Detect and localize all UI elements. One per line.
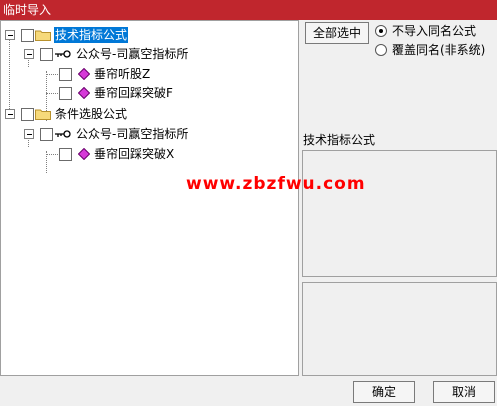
- tree-node-group[interactable]: 公众号-司赢空指标所: [1, 45, 300, 63]
- window-title: 临时导入: [3, 3, 52, 17]
- formula-diamond-icon: [78, 148, 90, 160]
- node-checkbox[interactable]: [40, 128, 53, 141]
- watermark-text: www.zbzfwu.com: [186, 174, 366, 194]
- tree-node-label: 垂帘听股Z: [94, 67, 151, 81]
- tree-node-formula[interactable]: 垂帘回踩突破X: [1, 145, 300, 163]
- tree-node-label: 公众号-司赢空指标所: [76, 127, 189, 141]
- description-panel: [302, 150, 497, 277]
- node-checkbox[interactable]: [59, 87, 72, 100]
- collapse-toggle[interactable]: [5, 109, 15, 119]
- node-checkbox[interactable]: [59, 148, 72, 161]
- select-all-button[interactable]: 全部选中: [305, 22, 369, 44]
- title-bar[interactable]: 临时导入: [0, 0, 497, 20]
- tree-node-label: 垂帘回踩突破X: [94, 147, 175, 161]
- node-checkbox[interactable]: [21, 108, 34, 121]
- folder-icon: [35, 109, 51, 120]
- tree-node-stock-screening[interactable]: 条件选股公式: [1, 105, 300, 123]
- tree-node-label: 垂帘回踩突破F: [94, 86, 173, 100]
- cancel-button[interactable]: 取消: [433, 381, 495, 403]
- tree-node-formula[interactable]: 垂帘回踩突破F: [1, 84, 300, 102]
- collapse-toggle[interactable]: [24, 49, 34, 59]
- node-checkbox[interactable]: [21, 29, 34, 42]
- import-dialog: 技术指标公式 公众号-司赢空指标所 垂帘听股Z 垂帘回踩突破F 条件选股公式 公…: [0, 20, 497, 406]
- formula-tree[interactable]: 技术指标公式 公众号-司赢空指标所 垂帘听股Z 垂帘回踩突破F 条件选股公式 公…: [0, 20, 299, 376]
- node-checkbox[interactable]: [40, 48, 53, 61]
- detail-panel: [302, 282, 497, 376]
- node-checkbox[interactable]: [59, 68, 72, 81]
- tree-node-formula[interactable]: 垂帘听股Z: [1, 65, 300, 83]
- tree-node-technical-indicators[interactable]: 技术指标公式: [1, 26, 300, 44]
- tree-node-label: 条件选股公式: [55, 107, 128, 121]
- formula-diamond-icon: [78, 68, 90, 80]
- folder-icon: [35, 30, 51, 41]
- radio-dot[interactable]: [375, 25, 387, 37]
- formula-type-label: 技术指标公式: [303, 133, 376, 147]
- radio-label: 覆盖同名(非系统): [392, 43, 486, 57]
- radio-dot[interactable]: [375, 44, 387, 56]
- key-icon: [55, 130, 71, 138]
- formula-diamond-icon: [78, 87, 90, 99]
- tree-node-label: 技术指标公式: [54, 27, 129, 43]
- tree-node-group[interactable]: 公众号-司赢空指标所: [1, 125, 300, 143]
- collapse-toggle[interactable]: [5, 30, 15, 40]
- ok-button[interactable]: 确定: [353, 381, 415, 403]
- collapse-toggle[interactable]: [24, 129, 34, 139]
- radio-label: 不导入同名公式: [392, 24, 477, 38]
- tree-node-label: 公众号-司赢空指标所: [76, 47, 189, 61]
- key-icon: [55, 50, 71, 58]
